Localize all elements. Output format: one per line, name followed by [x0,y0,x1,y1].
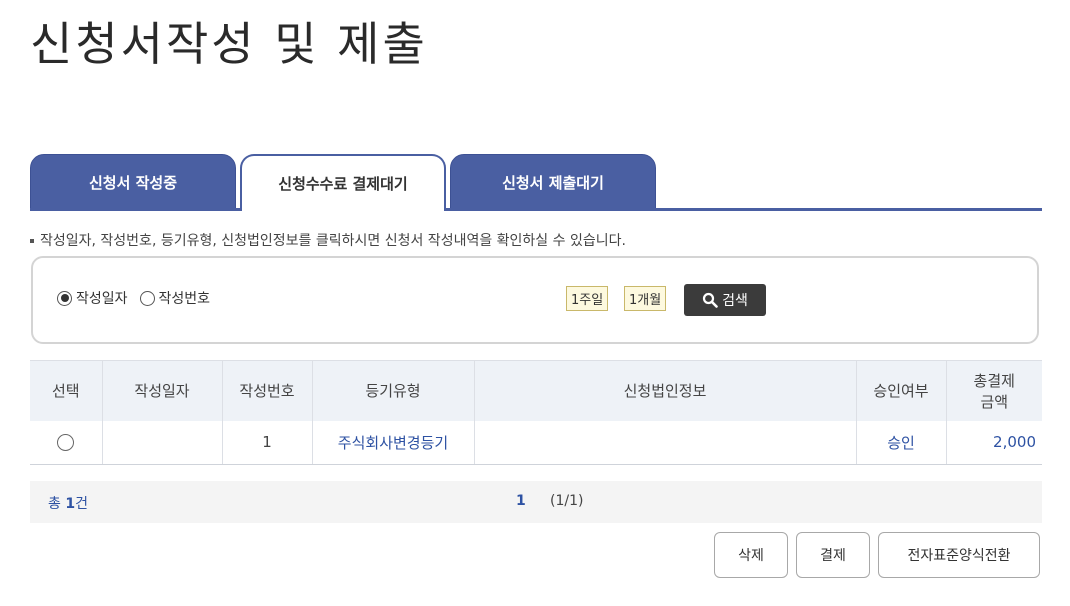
table-row: 1 주식회사변경등기 승인 2,000 [30,420,1042,465]
delete-button[interactable]: 삭제 [714,532,788,578]
bullet-icon [30,239,34,243]
cell-select [30,420,103,465]
header-date: 작성일자 [102,360,223,421]
tab-submission-pending[interactable]: 신청서 제출대기 [450,154,656,211]
header-total-amount-line2: 금액 [980,392,1009,411]
row-select-radio[interactable] [57,434,75,452]
search-panel: 작성일자 작성번호 1주일 1개월 검색 [31,256,1039,344]
tab-fee-payment-pending[interactable]: 신청수수료 결제대기 [240,154,446,211]
cell-type[interactable]: 주식회사변경등기 [312,420,475,465]
cell-corp-info[interactable] [474,420,857,465]
total-count-number: 1 [65,496,76,512]
search-button-label: 검색 [722,293,748,309]
page-info: (1/1) [550,493,584,509]
header-type: 등기유형 [312,360,475,421]
tab-drafting[interactable]: 신청서 작성중 [30,154,236,211]
header-select: 선택 [30,360,103,421]
total-suffix: 건 [75,496,88,512]
page-title: 신청서작성 및 제출 [30,17,428,71]
radio-number-label[interactable]: 작성번호 [159,288,211,308]
header-total-amount-line1: 총결제 [973,371,1015,390]
header-corp-info: 신청법인정보 [474,360,857,421]
table-header-row: 선택 작성일자 작성번호 등기유형 신청법인정보 승인여부 총결제 금액 [30,360,1042,421]
pay-button[interactable]: 결제 [796,532,870,578]
notice-text: 작성일자, 작성번호, 등기유형, 신청법인정보를 클릭하시면 신청서 작성내역… [30,230,626,250]
total-count: 총 1건 [48,493,88,513]
tab-underline [30,208,1042,211]
total-prefix: 총 [48,496,61,512]
cell-number[interactable]: 1 [222,420,313,465]
convert-standard-form-button[interactable]: 전자표준양식전환 [878,532,1040,578]
search-button[interactable]: 검색 [684,284,766,316]
header-approval: 승인여부 [856,360,947,421]
header-total-amount: 총결제 금액 [946,360,1042,421]
cell-approval: 승인 [856,420,947,465]
header-number: 작성번호 [222,360,313,421]
radio-date[interactable] [57,290,72,306]
radio-number[interactable] [139,290,155,306]
search-type-radio-group: 작성일자 작성번호 [57,288,222,308]
period-month-button[interactable]: 1개월 [624,286,667,311]
pagination-bar: 총 1건 1 (1/1) [30,481,1042,523]
cell-amount: 2,000 [946,420,1042,465]
period-week-button[interactable]: 1주일 [566,286,609,311]
application-table: 선택 작성일자 작성번호 등기유형 신청법인정보 승인여부 총결제 금액 1 주… [30,360,1042,465]
cell-date[interactable] [102,420,223,465]
radio-date-label[interactable]: 작성일자 [76,288,128,308]
notice-label: 작성일자, 작성번호, 등기유형, 신청법인정보를 클릭하시면 신청서 작성내역… [40,233,626,249]
tab-bar: 신청서 작성중 신청수수료 결제대기 신청서 제출대기 [30,154,1042,211]
page-link-1[interactable]: 1 [516,493,526,509]
search-icon [703,292,718,308]
